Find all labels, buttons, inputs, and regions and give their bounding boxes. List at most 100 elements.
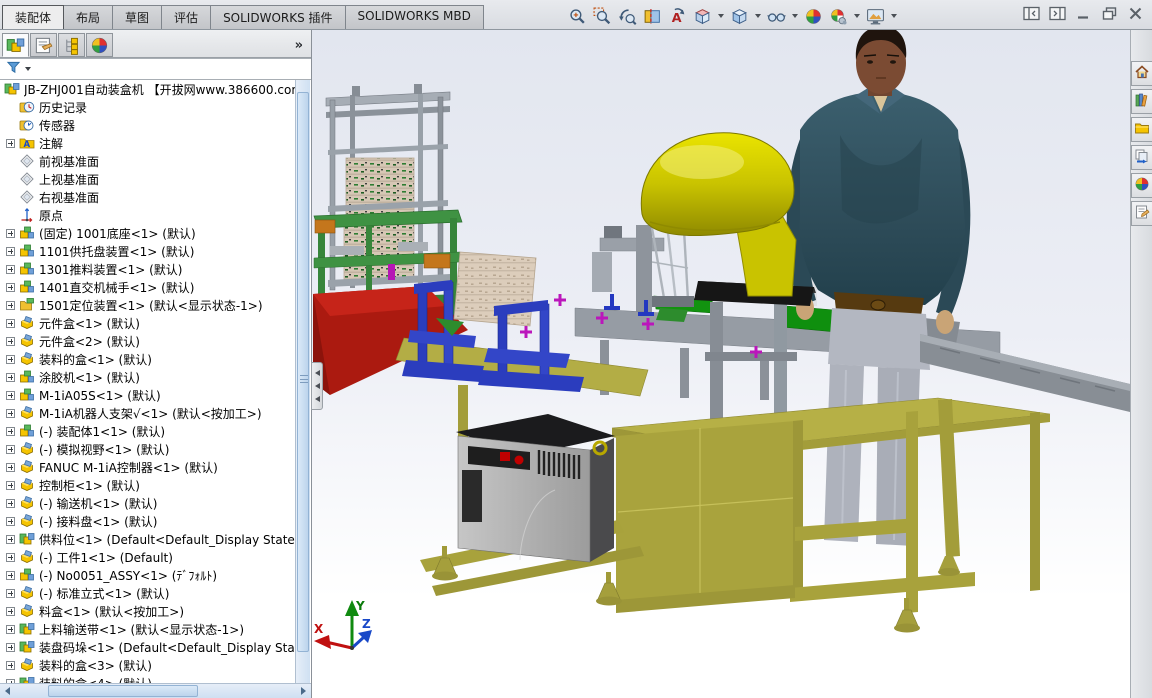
view-settings-icon[interactable] <box>864 6 887 27</box>
expander-plus-icon[interactable] <box>6 445 15 454</box>
tree-vertical-scrollbar[interactable] <box>295 80 310 683</box>
tree-item-22[interactable]: 控制柜<1> (默认) <box>0 476 296 494</box>
tree-vscroll-thumb[interactable] <box>297 92 309 652</box>
tree-item-12[interactable]: 1501定位装置<1> (默认<显示状态-1>) <box>0 296 296 314</box>
expander-plus-icon[interactable] <box>6 139 15 148</box>
expander-plus-icon[interactable] <box>6 535 15 544</box>
previous-view-icon[interactable] <box>616 6 639 27</box>
hscroll-right-arrow[interactable] <box>297 685 310 697</box>
expander-plus-icon[interactable] <box>6 427 15 436</box>
annotation-views-icon[interactable]: A <box>666 6 689 27</box>
tree-item-0[interactable]: JB-ZHJ001自动装盒机 【开拔网www.386600.com】 <box>0 80 296 98</box>
tree-item-26[interactable]: (-) 工件1<1> (Default) <box>0 548 296 566</box>
appearances-scenes-button[interactable] <box>1131 173 1152 198</box>
panel-splitter[interactable] <box>311 362 323 410</box>
tree-item-3[interactable]: A注解 <box>0 134 296 152</box>
tree-item-7[interactable]: 原点 <box>0 206 296 224</box>
tab-2[interactable]: 草图 <box>112 5 162 29</box>
tab-1[interactable]: 布局 <box>63 5 113 29</box>
expander-plus-icon[interactable] <box>6 229 15 238</box>
tree-item-29[interactable]: 料盒<1> (默认<按加工>) <box>0 602 296 620</box>
restore-button[interactable] <box>1101 6 1118 25</box>
display-style-dropdown-caret[interactable] <box>755 14 761 18</box>
fm-tabs-overflow-chevron[interactable]: » <box>295 38 309 57</box>
file-explorer-button[interactable] <box>1131 117 1152 142</box>
expander-plus-icon[interactable] <box>6 607 15 616</box>
tree-item-31[interactable]: 装盘码垛<1> (Default<Default_Display State- <box>0 638 296 656</box>
tree-item-27[interactable]: (-) No0051_ASSY<1> (ﾃﾞﾌｫﾙﾄ) <box>0 566 296 584</box>
tree-filter-row[interactable] <box>0 58 311 80</box>
home-button[interactable] <box>1131 61 1152 86</box>
expander-plus-icon[interactable] <box>6 643 15 652</box>
featuremanager-tab[interactable] <box>2 33 29 57</box>
zoom-fit-icon[interactable] <box>566 6 589 27</box>
tree-item-18[interactable]: M-1iA机器人支架√<1> (默认<按加工>) <box>0 404 296 422</box>
tree-item-33[interactable]: 装料的盒<4> (默认) <box>0 674 296 683</box>
tree-item-24[interactable]: (-) 接料盘<1> (默认) <box>0 512 296 530</box>
expander-plus-icon[interactable] <box>6 409 15 418</box>
tree-item-15[interactable]: 装料的盒<1> (默认) <box>0 350 296 368</box>
tree-item-23[interactable]: (-) 输送机<1> (默认) <box>0 494 296 512</box>
expander-plus-icon[interactable] <box>6 373 15 382</box>
section-view-icon[interactable] <box>641 6 664 27</box>
tree-item-1[interactable]: 历史记录 <box>0 98 296 116</box>
expander-plus-icon[interactable] <box>6 247 15 256</box>
tree-item-8[interactable]: (固定) 1001底座<1> (默认) <box>0 224 296 242</box>
displaymanager-tab[interactable] <box>86 33 113 57</box>
expander-plus-icon[interactable] <box>6 481 15 490</box>
tree-item-32[interactable]: 装料的盒<3> (默认) <box>0 656 296 674</box>
tree-item-9[interactable]: 1101供托盘装置<1> (默认) <box>0 242 296 260</box>
tree-item-16[interactable]: 涂胶机<1> (默认) <box>0 368 296 386</box>
view-orientation-dropdown-caret[interactable] <box>718 14 724 18</box>
tree-item-5[interactable]: 上视基准面 <box>0 170 296 188</box>
tree-item-11[interactable]: 1401直交机械手<1> (默认) <box>0 278 296 296</box>
tree-horizontal-scrollbar[interactable] <box>0 683 311 698</box>
expander-plus-icon[interactable] <box>6 355 15 364</box>
hide-show-items-icon[interactable] <box>765 6 788 27</box>
tree-item-30[interactable]: 上料输送带<1> (默认<显示状态-1>) <box>0 620 296 638</box>
tab-4[interactable]: SOLIDWORKS 插件 <box>210 5 345 29</box>
custom-properties-button[interactable] <box>1131 201 1152 226</box>
tree-item-28[interactable]: (-) 标准立式<1> (默认) <box>0 584 296 602</box>
expander-plus-icon[interactable] <box>6 589 15 598</box>
filter-dropdown-caret[interactable] <box>25 67 31 71</box>
expander-plus-icon[interactable] <box>6 625 15 634</box>
tab-assembly[interactable]: 装配体 <box>2 5 64 29</box>
expander-plus-icon[interactable] <box>6 337 15 346</box>
close-button[interactable] <box>1127 6 1144 25</box>
tree-item-2[interactable]: 传感器 <box>0 116 296 134</box>
expander-plus-icon[interactable] <box>6 517 15 526</box>
view-settings-dropdown-caret[interactable] <box>891 14 897 18</box>
minimize-button[interactable] <box>1075 6 1092 25</box>
tree-item-6[interactable]: 右视基准面 <box>0 188 296 206</box>
view-palette-button[interactable] <box>1131 145 1152 170</box>
hide-show-items-dropdown-caret[interactable] <box>792 14 798 18</box>
expander-plus-icon[interactable] <box>6 283 15 292</box>
tree-item-21[interactable]: FANUC M-1iA控制器<1> (默认) <box>0 458 296 476</box>
expander-plus-icon[interactable] <box>6 463 15 472</box>
fanuc-controller-cabinet[interactable] <box>456 414 615 562</box>
hscroll-left-arrow[interactable] <box>1 685 14 697</box>
edit-appearance-icon[interactable] <box>802 6 825 27</box>
expander-plus-icon[interactable] <box>6 391 15 400</box>
pane-right-button[interactable] <box>1049 6 1066 25</box>
tab-5[interactable]: SOLIDWORKS MBD <box>345 5 484 29</box>
tree-item-4[interactable]: 前视基准面 <box>0 152 296 170</box>
design-library-button[interactable] <box>1131 89 1152 114</box>
propertymanager-tab[interactable] <box>30 33 57 57</box>
expander-plus-icon[interactable] <box>6 301 15 310</box>
expander-plus-icon[interactable] <box>6 571 15 580</box>
apply-scene-dropdown-caret[interactable] <box>854 14 860 18</box>
expander-plus-icon[interactable] <box>6 319 15 328</box>
display-style-icon[interactable] <box>728 6 751 27</box>
expander-plus-icon[interactable] <box>6 661 15 670</box>
zoom-area-icon[interactable] <box>591 6 614 27</box>
pane-left-button[interactable] <box>1023 6 1040 25</box>
expander-plus-icon[interactable] <box>6 265 15 274</box>
tree-item-17[interactable]: M-1iA05S<1> (默认) <box>0 386 296 404</box>
tree-item-10[interactable]: 1301推料装置<1> (默认) <box>0 260 296 278</box>
graphics-area[interactable]: Y X Z <box>312 30 1130 698</box>
tree-item-13[interactable]: 元件盒<1> (默认) <box>0 314 296 332</box>
tree-item-20[interactable]: (-) 模拟视野<1> (默认) <box>0 440 296 458</box>
view-orientation-icon[interactable] <box>691 6 714 27</box>
